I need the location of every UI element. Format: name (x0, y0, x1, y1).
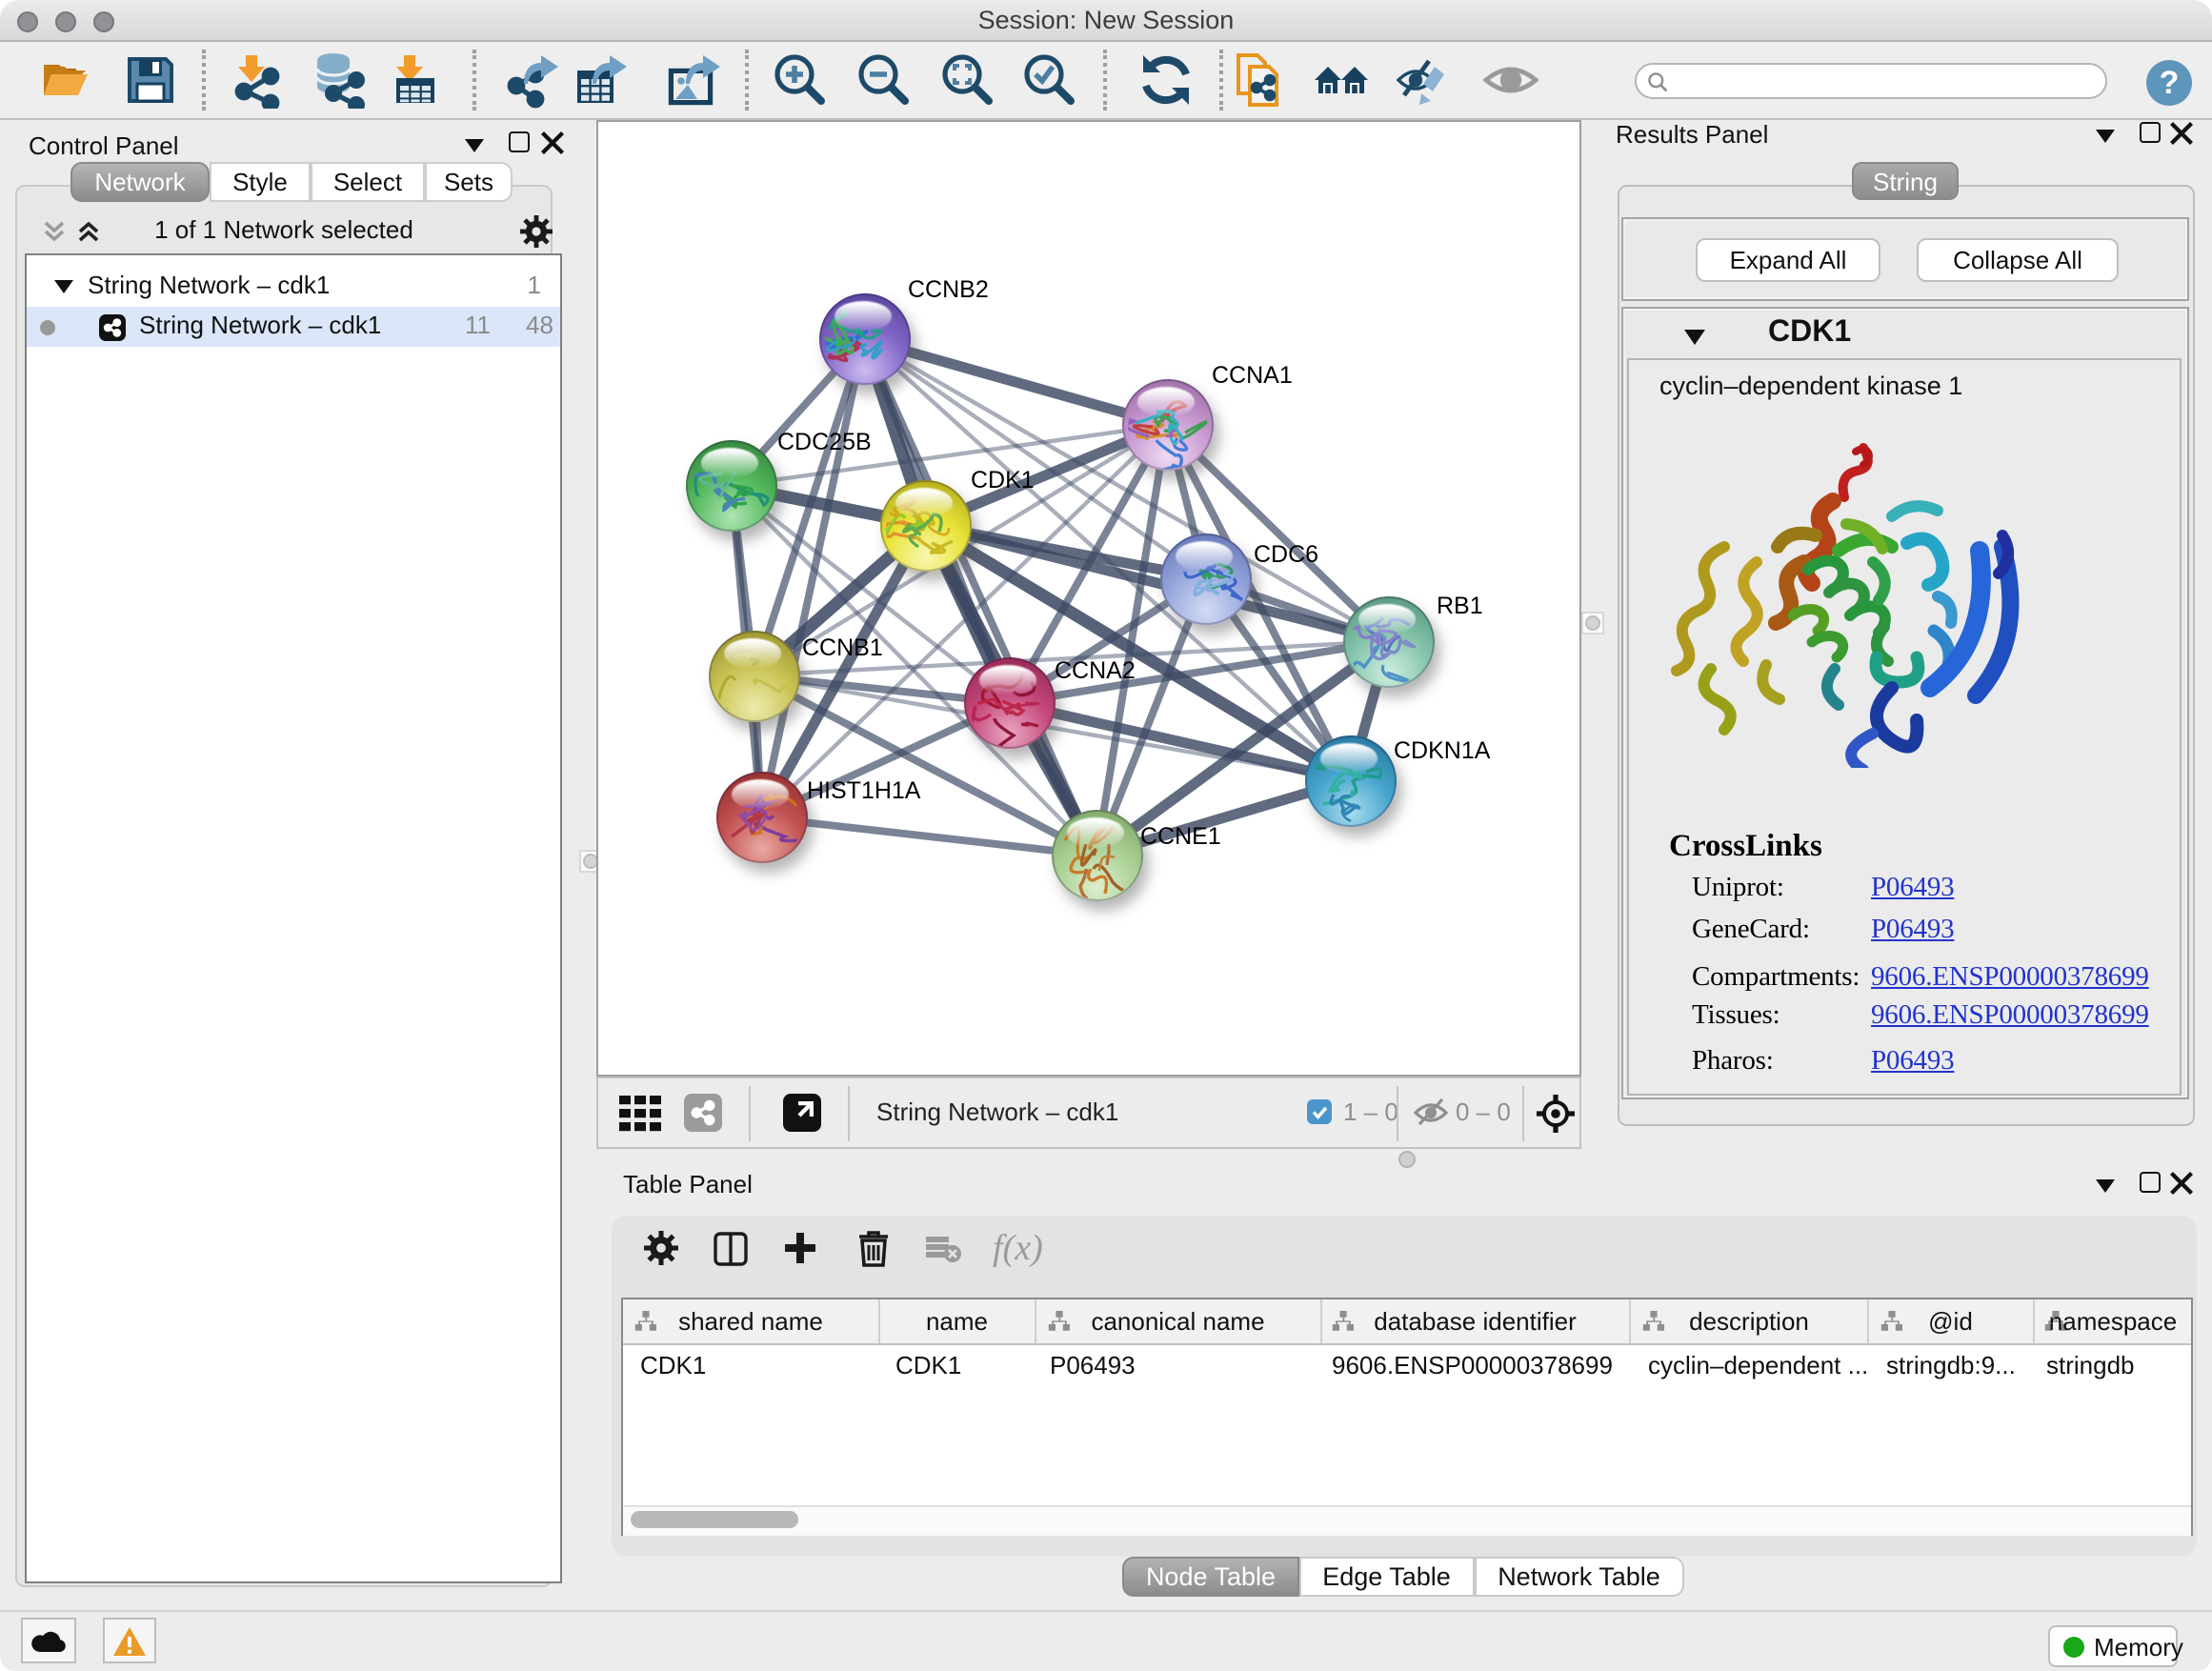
svg-text:?: ? (2160, 65, 2180, 101)
